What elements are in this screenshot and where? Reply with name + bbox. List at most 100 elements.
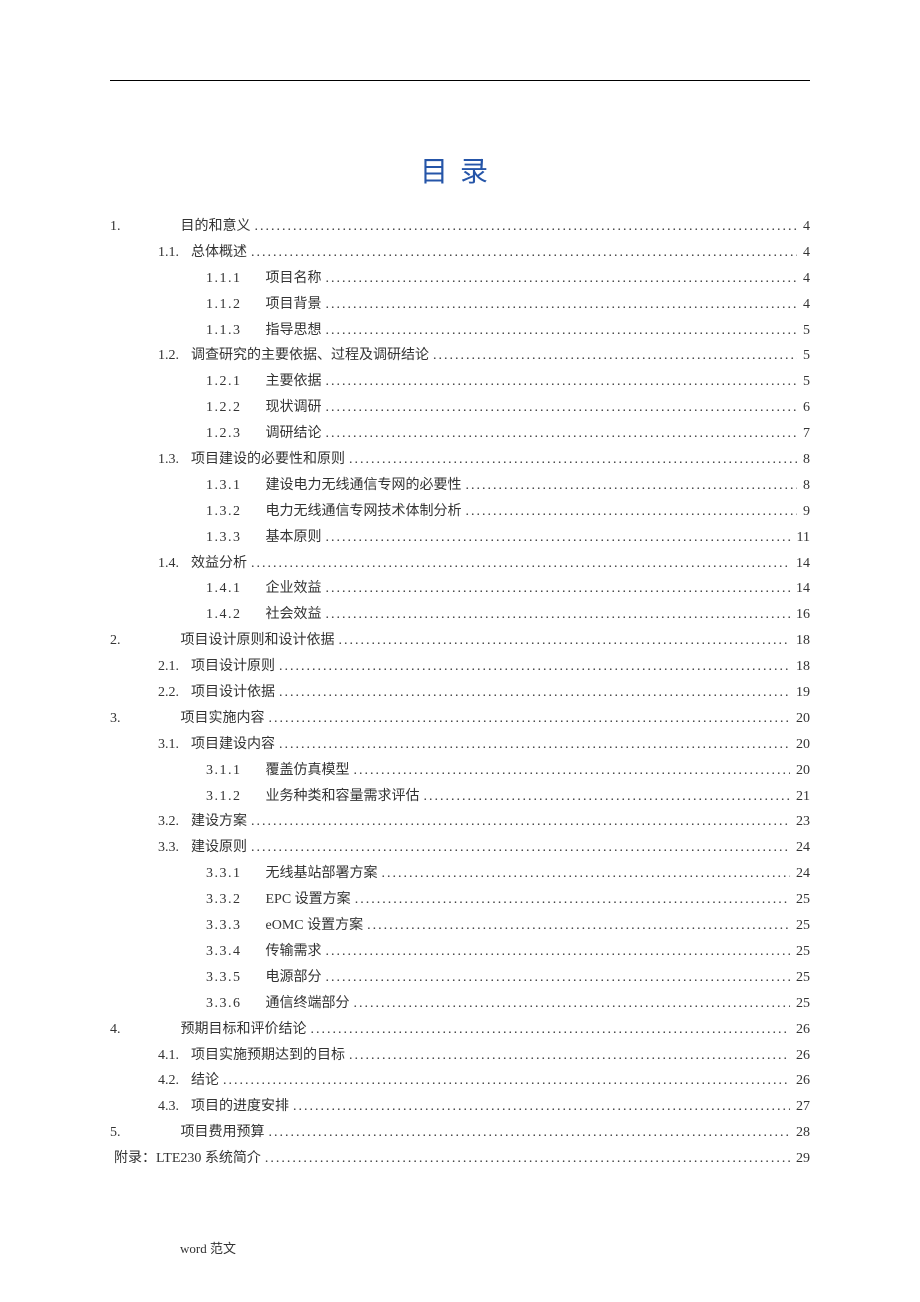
- document-page: 目录 1.目的和意义41.1.总体概述41.1.1项目名称41.1.2项目背景4…: [0, 0, 920, 1302]
- toc-entry[interactable]: 1.目的和意义4: [110, 214, 810, 240]
- toc-entry-number: 3.3.5: [206, 965, 242, 991]
- toc-entry-number: 1.1.1: [206, 266, 242, 292]
- toc-entry[interactable]: 3.1.项目建设内容20: [110, 732, 810, 758]
- toc-leader: [269, 1120, 791, 1146]
- toc-entry-page: 7: [803, 421, 810, 447]
- toc-entry[interactable]: 3.项目实施内容20: [110, 706, 810, 732]
- toc-entry[interactable]: 1.1.2项目背景4: [110, 292, 810, 318]
- toc-entry-text: 项目建设的必要性和原则: [191, 447, 345, 473]
- toc-entry[interactable]: 3.1.1覆盖仿真模型20: [110, 758, 810, 784]
- toc-entry[interactable]: 1.4.1 企业效益 14: [110, 576, 810, 602]
- toc-entry[interactable]: 3.2.建设方案23: [110, 809, 810, 835]
- toc-leader: [223, 1068, 790, 1094]
- toc-entry[interactable]: 4.2.结论26: [110, 1068, 810, 1094]
- toc-entry[interactable]: 附录：LTE230 系统简介29: [110, 1146, 810, 1172]
- toc-entry-number: 1.2.1: [206, 369, 242, 395]
- toc-entry[interactable]: 1.3.3基本原则11: [110, 525, 810, 551]
- toc-entry[interactable]: 1.3.1建设电力无线通信专网的必要性8: [110, 473, 810, 499]
- toc-entry-page: 26: [796, 1043, 810, 1069]
- toc-entry[interactable]: 1.1.3指导思想5: [110, 318, 810, 344]
- toc-leader: [311, 1017, 791, 1043]
- toc-leader: [255, 214, 798, 240]
- toc-entry[interactable]: 1.4.2社会效益16: [110, 602, 810, 628]
- toc-entry-number: 1.1.3: [206, 318, 242, 344]
- toc-entry[interactable]: 3.3.1无线基站部署方案24: [110, 861, 810, 887]
- toc-title: 目录: [110, 150, 810, 190]
- toc-entry-text: 调查研究的主要依据、过程及调研结论: [191, 343, 429, 369]
- toc-entry-number: 1.3.3: [206, 525, 242, 551]
- toc-leader: [293, 1094, 790, 1120]
- toc-entry-text: EPC 设置方案: [266, 887, 351, 913]
- toc-leader: [326, 965, 791, 991]
- toc-entry[interactable]: 3.3.2EPC 设置方案25: [110, 887, 810, 913]
- toc-entry-page: 4: [803, 266, 810, 292]
- toc-entry[interactable]: 4.3.项目的进度安排27: [110, 1094, 810, 1120]
- toc-entry-number: 4.1.: [158, 1043, 179, 1069]
- toc-leader: [251, 835, 790, 861]
- toc-leader: [279, 680, 790, 706]
- toc-entry-text: 效益分析: [191, 551, 247, 577]
- toc-entry-text: 通信终端部分: [266, 991, 350, 1017]
- toc-entry-number: 3.: [110, 706, 121, 732]
- toc-entry-text: 建设电力无线通信专网的必要性: [266, 473, 462, 499]
- toc-leader: [349, 447, 797, 473]
- toc-entry[interactable]: 1.3. 项目建设的必要性和原则 8: [110, 447, 810, 473]
- toc-entry-page: 27: [796, 1094, 810, 1120]
- toc-entry[interactable]: 3.3.建设原则24: [110, 835, 810, 861]
- toc-entry-number: 5.: [110, 1120, 121, 1146]
- toc-entry[interactable]: 3.3.6通信终端部分25: [110, 991, 810, 1017]
- toc-entry-number: 4.2.: [158, 1068, 179, 1094]
- toc-entry-text: 传输需求: [266, 939, 322, 965]
- toc-entry-text: 社会效益: [266, 602, 322, 628]
- toc-entry[interactable]: 1.3.2电力无线通信专网技术体制分析9: [110, 499, 810, 525]
- toc-entry-page: 24: [796, 835, 810, 861]
- toc-entry-number: 1.3.: [158, 447, 179, 473]
- toc-entry[interactable]: 1.2.1主要依据5: [110, 369, 810, 395]
- toc-leader: [355, 887, 790, 913]
- toc-leader: [382, 861, 791, 887]
- toc-entry[interactable]: 1.2.3调研结论7: [110, 421, 810, 447]
- toc-entry-page: 8: [803, 447, 810, 473]
- toc-entry[interactable]: 2.项目设计原则和设计依据18: [110, 628, 810, 654]
- toc-entry[interactable]: 3.3.3eOMC 设置方案25: [110, 913, 810, 939]
- toc-entry[interactable]: 1.2.调查研究的主要依据、过程及调研结论5: [110, 343, 810, 369]
- toc-entry-number: 3.1.: [158, 732, 179, 758]
- toc-entry-number: 1.4.1: [206, 576, 242, 602]
- toc-entry[interactable]: 3.3.4传输需求25: [110, 939, 810, 965]
- toc-entry-text: 电源部分: [266, 965, 322, 991]
- toc-leader: [466, 499, 798, 525]
- toc-entry-page: 18: [796, 628, 810, 654]
- toc-entry[interactable]: 1.2.2现状调研6: [110, 395, 810, 421]
- toc-entry[interactable]: 3.1.2业务种类和容量需求评估21: [110, 784, 810, 810]
- toc-leader: [326, 421, 798, 447]
- toc-entry-text: 附录：LTE230 系统简介: [114, 1146, 261, 1172]
- toc-entry[interactable]: 1.1.1项目名称4: [110, 266, 810, 292]
- toc-entry-number: 4.: [110, 1017, 121, 1043]
- toc-leader: [251, 240, 797, 266]
- toc-entry-page: 8: [803, 473, 810, 499]
- toc-entry-number: 1.2.2: [206, 395, 242, 421]
- toc-entry[interactable]: 1.4.效益分析14: [110, 551, 810, 577]
- toc-leader: [367, 913, 790, 939]
- toc-leader: [269, 706, 791, 732]
- toc-entry[interactable]: 1.1.总体概述4: [110, 240, 810, 266]
- toc-leader: [265, 1146, 790, 1172]
- toc-entry[interactable]: 2.2.项目设计依据19: [110, 680, 810, 706]
- toc-entry[interactable]: 5.项目费用预算28: [110, 1120, 810, 1146]
- toc-leader: [326, 525, 791, 551]
- toc-entry-text: 无线基站部署方案: [266, 861, 378, 887]
- toc-entry-text: 企业效益: [266, 576, 322, 602]
- toc-entry[interactable]: 4.预期目标和评价结论26: [110, 1017, 810, 1043]
- toc-entry[interactable]: 4.1.项目实施预期达到的目标26: [110, 1043, 810, 1069]
- toc-entry-text: 调研结论: [266, 421, 322, 447]
- toc-entry-number: 3.1.2: [206, 784, 242, 810]
- toc-entry[interactable]: 3.3.5 电源部分 25: [110, 965, 810, 991]
- toc-entry-page: 25: [796, 965, 810, 991]
- toc-entry-text: 预期目标和评价结论: [181, 1017, 307, 1043]
- toc-leader: [279, 654, 790, 680]
- toc-entry-number: 1.4.2: [206, 602, 242, 628]
- toc-entry-page: 14: [796, 576, 810, 602]
- toc-entry-page: 25: [796, 887, 810, 913]
- toc-entry[interactable]: 2.1.项目设计原则18: [110, 654, 810, 680]
- toc-entry-text: 总体概述: [191, 240, 247, 266]
